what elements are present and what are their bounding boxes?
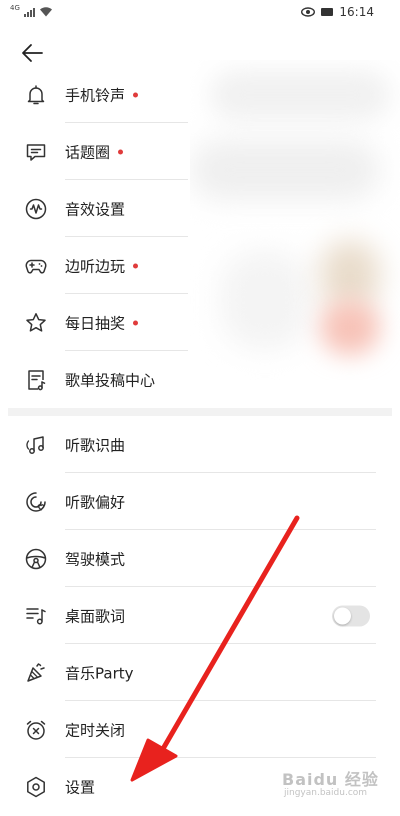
toggle-knob (334, 607, 351, 624)
menu-item-label: 定时关闭 (65, 721, 126, 739)
back-arrow-icon (22, 44, 43, 62)
menu-item-label: 每日抽奖 (65, 314, 126, 332)
menu-item-listen-and-play[interactable]: 边听边玩 (0, 237, 400, 294)
menu-item-desktop-lyrics[interactable]: 桌面歌词 (0, 587, 400, 644)
signal-label: 4G (10, 3, 20, 12)
menu-item-song-recognition[interactable]: 听歌识曲 (0, 416, 400, 473)
wifi-icon (39, 7, 52, 17)
menu-item-driving-mode[interactable]: 驾驶模式 (0, 530, 400, 587)
menu-item-topics[interactable]: 话题圈 (0, 123, 400, 180)
watermark: Baidu 经验 jingyan.baidu.com (266, 762, 386, 806)
menu-item-label: 歌单投稿中心 (65, 371, 156, 389)
watermark-brand: Baidu 经验 (282, 770, 379, 789)
desktop-lyrics-icon (24, 604, 48, 628)
section-separator (8, 408, 392, 416)
battery-icon (321, 8, 334, 16)
badge-dot (133, 320, 139, 325)
menu-item-label: 桌面歌词 (65, 607, 126, 625)
music-recognize-icon (24, 433, 48, 457)
badge-dot (133, 92, 139, 97)
menu-item-label: 音效设置 (65, 200, 126, 218)
menu-item-label: 话题圈 (65, 143, 111, 161)
status-bar: 4G 16:14 (0, 0, 400, 28)
sound-wave-icon (24, 197, 48, 221)
desktop-lyrics-toggle[interactable] (332, 605, 370, 626)
playlist-submit-icon (24, 368, 48, 392)
menu-bottom-section: 听歌识曲 听歌偏好 驾驶模式 桌面歌词 音乐Party 定时关闭 设置 (0, 416, 400, 815)
steering-wheel-icon (24, 547, 48, 571)
party-horn-icon (24, 661, 48, 685)
status-right: 16:14 (301, 5, 374, 19)
menu-item-ringtone[interactable]: 手机铃声 (0, 66, 400, 123)
chat-icon (24, 140, 48, 164)
menu-item-label: 手机铃声 (65, 86, 126, 104)
signal-icon (23, 7, 35, 17)
menu-item-music-party[interactable]: 音乐Party (0, 644, 400, 701)
menu-item-label: 听歌偏好 (65, 493, 126, 511)
menu-item-label: 设置 (65, 778, 96, 796)
menu-item-sleep-timer[interactable]: 定时关闭 (0, 701, 400, 758)
watermark-url: jingyan.baidu.com (284, 788, 368, 798)
status-time: 16:14 (339, 5, 374, 19)
badge-dot (133, 263, 139, 268)
back-button[interactable] (20, 40, 46, 66)
alarm-off-icon (24, 718, 48, 742)
menu-item-label: 听歌识曲 (65, 436, 126, 454)
menu-item-label: 驾驶模式 (65, 550, 126, 568)
bell-icon (24, 83, 48, 107)
gear-icon (24, 775, 48, 799)
menu-item-listening-preference[interactable]: 听歌偏好 (0, 473, 400, 530)
star-icon (24, 311, 48, 335)
menu-top-section: 手机铃声 话题圈 音效设置 边听边玩 每日抽奖 歌单投稿中心 (0, 66, 400, 408)
gamepad-icon (24, 254, 48, 278)
menu-item-sound-effects[interactable]: 音效设置 (0, 180, 400, 237)
status-left: 4G (10, 3, 53, 17)
menu-item-daily-lottery[interactable]: 每日抽奖 (0, 294, 400, 351)
badge-dot (118, 149, 124, 154)
preference-icon (24, 490, 48, 514)
eye-icon (301, 7, 316, 17)
menu-item-playlist-submission[interactable]: 歌单投稿中心 (0, 351, 400, 408)
menu-item-label: 音乐Party (65, 664, 134, 682)
menu-item-label: 边听边玩 (65, 257, 126, 275)
